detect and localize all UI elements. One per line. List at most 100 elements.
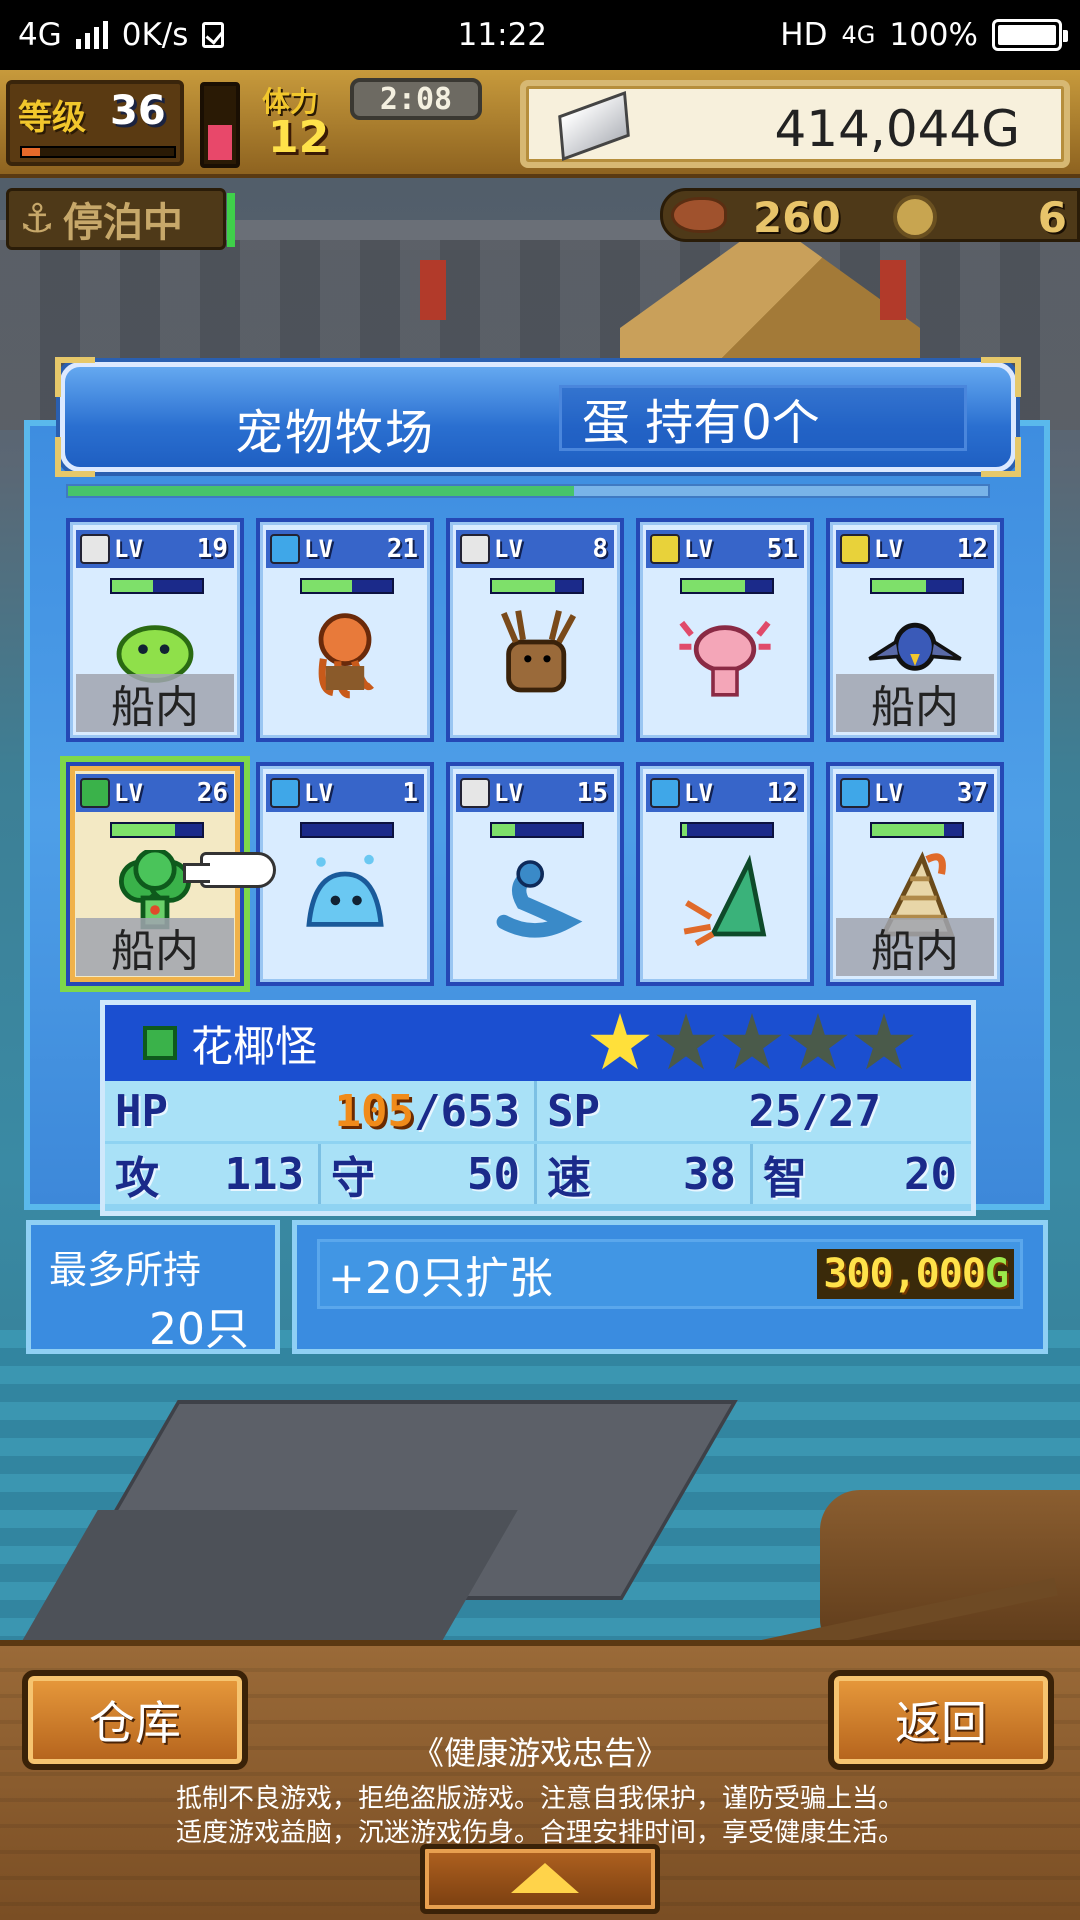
expand-price-currency: G xyxy=(984,1251,1009,1297)
pet-level: 19 xyxy=(196,534,228,564)
gold-panel[interactable]: 414,044G xyxy=(520,80,1070,168)
pet-hp-bar xyxy=(300,578,394,594)
onboard-badge: 船内 xyxy=(76,674,234,733)
element-icon xyxy=(840,534,870,564)
onboard-badge: 船内 xyxy=(76,918,234,977)
level-label: 等级 xyxy=(18,98,86,138)
red-banner xyxy=(880,260,906,320)
sp-cell: SP 25/27 xyxy=(537,1081,971,1141)
pet-hp-fill xyxy=(682,580,745,592)
pet-card[interactable]: LV 21 xyxy=(256,518,434,742)
element-icon xyxy=(460,778,490,808)
star-empty-icon xyxy=(656,1013,716,1070)
pet-level: 12 xyxy=(766,778,798,808)
pet-level-strip: LV 19 xyxy=(76,530,234,568)
meat-amount: 260 xyxy=(753,193,841,242)
pointing-hand-icon xyxy=(183,852,276,888)
egg-count[interactable]: 蛋 持有0个 xyxy=(559,385,967,451)
pet-card[interactable]: LV 19 船内 xyxy=(66,518,244,742)
corner-ornament xyxy=(981,357,1021,397)
pet-hp-fill xyxy=(872,824,944,836)
pet-level: 37 xyxy=(956,778,988,808)
pet-axolotl-sprite xyxy=(677,606,773,706)
anchor-icon: ⚓ xyxy=(19,196,55,242)
element-icon xyxy=(650,778,680,808)
grass-element-icon xyxy=(143,1026,177,1060)
stamina-vial-icon xyxy=(200,82,240,168)
pet-card[interactable]: LV 1 xyxy=(256,762,434,986)
pet-level-tag: LV xyxy=(684,779,713,807)
pet-level-tag: LV xyxy=(874,779,903,807)
star-filled-icon xyxy=(590,1013,650,1070)
pet-hp-bar xyxy=(110,822,204,838)
pet-hp-bar xyxy=(490,822,584,838)
sp-value: 25/27 xyxy=(748,1085,881,1137)
expand-price: 300,000G xyxy=(817,1249,1014,1299)
sp-label: SP xyxy=(547,1085,600,1137)
pet-card[interactable]: LV 12 船内 xyxy=(826,518,1004,742)
dialog-header: 宠物牧场 蛋 持有0个 xyxy=(55,357,1021,477)
expand-price-amount: 300,000 xyxy=(823,1251,986,1297)
pet-hp-fill xyxy=(492,580,555,592)
capacity-label: 最多所持 xyxy=(49,1248,202,1292)
network-right-label: 4G xyxy=(841,21,876,49)
onboard-badge: 船内 xyxy=(836,918,994,977)
pet-name: 花椰怪 xyxy=(191,1021,318,1071)
pet-card[interactable]: LV 51 xyxy=(636,518,814,742)
level-exp-bar xyxy=(20,146,176,158)
pet-hp-bar xyxy=(110,578,204,594)
pet-deer-sprite xyxy=(487,606,583,706)
def-cell: 守 50 xyxy=(321,1144,537,1204)
pet-info-header: 花椰怪 xyxy=(105,1005,971,1081)
level-exp-fill xyxy=(22,148,41,156)
expand-capacity-button[interactable]: +20只扩张 300,000G xyxy=(317,1239,1023,1309)
hp-max: /653 xyxy=(414,1085,520,1137)
int-cell: 智 20 xyxy=(753,1144,971,1204)
resource-bar: 260 6 xyxy=(660,188,1080,242)
battery-percent: 100% xyxy=(889,17,978,53)
pet-snake-sprite xyxy=(487,850,583,950)
element-icon xyxy=(650,534,680,564)
pet-hp-bar xyxy=(490,578,584,594)
pet-level-tag: LV xyxy=(494,779,523,807)
pet-level-tag: LV xyxy=(494,535,523,563)
spd-cell: 速 38 xyxy=(537,1144,753,1204)
pet-card[interactable]: LV 37 船内 xyxy=(826,762,1004,986)
pet-hp-bar xyxy=(680,822,774,838)
expand-menu-button[interactable] xyxy=(420,1844,660,1914)
pet-level: 8 xyxy=(592,534,608,564)
stamina-timer: 2:08 xyxy=(350,78,482,120)
rarity-stars xyxy=(589,1013,915,1075)
pet-level-strip: LV 12 xyxy=(646,774,804,812)
pet-info-panel: 花椰怪 HP 105/653 SP 25/27 攻 113 守 50 速 38 … xyxy=(100,1000,976,1216)
spd-value: 38 xyxy=(683,1148,736,1200)
pet-card[interactable]: LV 15 xyxy=(446,762,624,986)
pet-level: 21 xyxy=(386,534,418,564)
pet-level-strip: LV 21 xyxy=(266,530,424,568)
pet-level: 51 xyxy=(766,534,798,564)
pet-blob-sprite xyxy=(297,850,393,950)
stat-row-hp-sp: HP 105/653 SP 25/27 xyxy=(105,1081,971,1141)
hp-cell: HP 105/653 xyxy=(105,1081,537,1141)
pet-hp-bar xyxy=(300,822,394,838)
level-box: 等级 36 xyxy=(6,80,184,166)
stamina-value: 12 xyxy=(268,112,330,163)
pet-hp-fill xyxy=(112,824,175,836)
star-empty-icon xyxy=(722,1013,782,1070)
pet-octopus-sprite xyxy=(297,606,393,706)
docked-status: ⚓ 停泊中 xyxy=(6,188,235,250)
pet-hp-fill xyxy=(872,580,926,592)
pet-card[interactable]: LV 12 xyxy=(636,762,814,986)
health-notice-line-1: 抵制不良游戏，拒绝盗版游戏。注意自我保护，谨防受骗上当。 xyxy=(175,1784,904,1814)
pet-level-strip: LV 12 xyxy=(836,530,994,568)
corner-ornament xyxy=(55,357,95,397)
medal-icon xyxy=(893,195,937,239)
pet-hermit-sprite xyxy=(677,850,773,950)
atk-value: 113 xyxy=(224,1148,304,1200)
atk-label: 攻 xyxy=(115,1153,159,1204)
pet-level-tag: LV xyxy=(304,535,333,563)
silver-ingot-icon xyxy=(558,90,630,162)
element-icon xyxy=(80,534,110,564)
status-indicator xyxy=(227,193,235,247)
pet-card[interactable]: LV 8 xyxy=(446,518,624,742)
